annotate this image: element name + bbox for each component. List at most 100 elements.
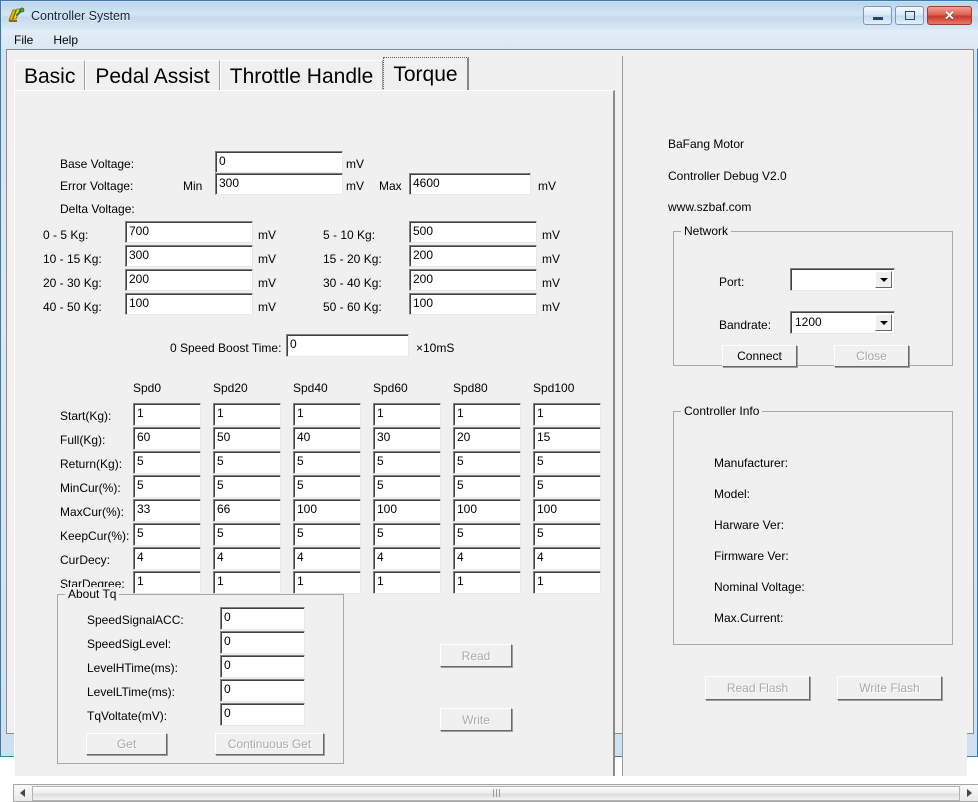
grid-cell-curdecy-spd60[interactable]: 4 — [373, 547, 441, 570]
port-dropdown-arrow[interactable] — [875, 271, 892, 288]
port-combobox[interactable] — [790, 268, 895, 291]
grid-cell-mincur-spd40[interactable]: 5 — [293, 475, 361, 498]
grid-cell-return-spd60[interactable]: 5 — [373, 451, 441, 474]
tq-voltate-input[interactable]: 0 — [220, 703, 305, 726]
grid-cell-start-spd20[interactable]: 1 — [213, 403, 281, 426]
continuous-get-button[interactable]: Continuous Get — [215, 733, 324, 755]
grid-cell-maxcur-spd100[interactable]: 100 — [533, 499, 601, 522]
delta-row-2-right-input[interactable]: 200 — [409, 269, 537, 291]
grid-cell-start-spd0[interactable]: 1 — [133, 403, 201, 426]
write-button[interactable]: Write — [440, 708, 512, 731]
error-voltage-max-input[interactable]: 4600 — [409, 173, 531, 195]
grid-cell-stardegree-spd60[interactable]: 1 — [373, 571, 441, 594]
level-l-time-input[interactable]: 0 — [220, 679, 305, 702]
read-button[interactable]: Read — [440, 644, 512, 667]
base-voltage-unit: mV — [346, 157, 364, 171]
grid-cell-maxcur-spd40[interactable]: 100 — [293, 499, 361, 522]
grid-cell-keepcur-spd60[interactable]: 5 — [373, 523, 441, 546]
grid-cell-mincur-spd80[interactable]: 5 — [453, 475, 521, 498]
tq-voltate-label: TqVoltate(mV): — [87, 709, 167, 723]
delta-row-0-left-input[interactable]: 700 — [125, 221, 253, 243]
menu-item-help[interactable]: Help — [53, 33, 78, 47]
grid-cell-mincur-spd20[interactable]: 5 — [213, 475, 281, 498]
grid-cell-return-spd80[interactable]: 5 — [453, 451, 521, 474]
menu-item-file[interactable]: File — [14, 33, 33, 47]
grid-cell-maxcur-spd0[interactable]: 33 — [133, 499, 201, 522]
grid-cell-maxcur-spd80[interactable]: 100 — [453, 499, 521, 522]
grid-cell-keepcur-spd80[interactable]: 5 — [453, 523, 521, 546]
maximize-button[interactable] — [895, 6, 924, 25]
grid-cell-maxcur-spd60[interactable]: 100 — [373, 499, 441, 522]
tab-pedal-assist[interactable]: Pedal Assist — [85, 60, 219, 91]
delta-row-2-left-input[interactable]: 200 — [125, 269, 253, 291]
grid-cell-maxcur-spd20[interactable]: 66 — [213, 499, 281, 522]
grid-cell-stardegree-spd100[interactable]: 1 — [533, 571, 601, 594]
grid-cell-keepcur-spd40[interactable]: 5 — [293, 523, 361, 546]
minimize-button[interactable] — [863, 6, 892, 25]
get-button[interactable]: Get — [86, 733, 167, 755]
speed-signal-acc-label: SpeedSignalACC: — [87, 613, 184, 627]
grid-cell-keepcur-spd0[interactable]: 5 — [133, 523, 201, 546]
grid-cell-stardegree-spd20[interactable]: 1 — [213, 571, 281, 594]
scroll-right-button[interactable] — [961, 785, 978, 801]
title-bar: Controller System ✕ — [2, 2, 978, 30]
speed-sig-level-input[interactable]: 0 — [220, 631, 305, 654]
close-icon: ✕ — [944, 9, 955, 22]
grid-cell-start-spd100[interactable]: 1 — [533, 403, 601, 426]
write-flash-button[interactable]: Write Flash — [837, 676, 942, 700]
grid-cell-full-spd40[interactable]: 40 — [293, 427, 361, 450]
delta-row-3-left-input[interactable]: 100 — [125, 293, 253, 315]
close-connection-button[interactable]: Close — [834, 345, 909, 367]
speed-signal-acc-input[interactable]: 0 — [220, 607, 305, 630]
grid-cell-curdecy-spd100[interactable]: 4 — [533, 547, 601, 570]
scrollbar-thumb[interactable] — [32, 786, 960, 801]
grid-cell-keepcur-spd20[interactable]: 5 — [213, 523, 281, 546]
controller-info-group: Controller Info Manufacturer: Model: Har… — [673, 411, 953, 645]
grid-cell-curdecy-spd40[interactable]: 4 — [293, 547, 361, 570]
close-button[interactable]: ✕ — [927, 6, 972, 25]
grid-cell-full-spd0[interactable]: 60 — [133, 427, 201, 450]
delta-row-3-left-label: 40 - 50 Kg: — [43, 300, 102, 314]
grid-cell-full-spd100[interactable]: 15 — [533, 427, 601, 450]
grid-column-header-spd80: Spd80 — [453, 381, 488, 395]
grid-cell-stardegree-spd80[interactable]: 1 — [453, 571, 521, 594]
bandrate-dropdown-arrow[interactable] — [875, 314, 892, 331]
base-voltage-input[interactable]: 0 — [215, 151, 343, 173]
grid-cell-full-spd60[interactable]: 30 — [373, 427, 441, 450]
error-voltage-min-input[interactable]: 300 — [215, 173, 343, 195]
delta-row-1-left-input[interactable]: 300 — [125, 245, 253, 267]
grid-cell-mincur-spd60[interactable]: 5 — [373, 475, 441, 498]
grid-cell-curdecy-spd20[interactable]: 4 — [213, 547, 281, 570]
read-flash-button[interactable]: Read Flash — [705, 676, 810, 700]
grid-cell-full-spd20[interactable]: 50 — [213, 427, 281, 450]
tab-basic[interactable]: Basic — [14, 60, 85, 91]
grid-cell-curdecy-spd80[interactable]: 4 — [453, 547, 521, 570]
grid-cell-mincur-spd100[interactable]: 5 — [533, 475, 601, 498]
scroll-left-button[interactable] — [14, 785, 31, 801]
grid-cell-return-spd0[interactable]: 5 — [133, 451, 201, 474]
grid-cell-start-spd80[interactable]: 1 — [453, 403, 521, 426]
bandrate-combobox[interactable]: 1200 — [790, 311, 895, 334]
tab-torque[interactable]: Torque — [383, 57, 468, 91]
tab-throttle-handle[interactable]: Throttle Handle — [220, 60, 384, 91]
grid-cell-start-spd40[interactable]: 1 — [293, 403, 361, 426]
grid-cell-return-spd100[interactable]: 5 — [533, 451, 601, 474]
grid-cell-start-spd60[interactable]: 1 — [373, 403, 441, 426]
grid-cell-stardegree-spd0[interactable]: 1 — [133, 571, 201, 594]
grid-cell-full-spd80[interactable]: 20 — [453, 427, 521, 450]
grid-cell-stardegree-spd40[interactable]: 1 — [293, 571, 361, 594]
connect-button[interactable]: Connect — [722, 345, 797, 367]
grid-cell-return-spd20[interactable]: 5 — [213, 451, 281, 474]
grid-cell-return-spd40[interactable]: 5 — [293, 451, 361, 474]
grid-cell-keepcur-spd100[interactable]: 5 — [533, 523, 601, 546]
application-window: Controller System ✕ File Help Basic Peda… — [0, 0, 978, 757]
grid-cell-mincur-spd0[interactable]: 5 — [133, 475, 201, 498]
horizontal-scrollbar[interactable] — [13, 784, 978, 802]
delta-row-2-left-label: 20 - 30 Kg: — [43, 276, 102, 290]
boost-time-input[interactable]: 0 — [286, 334, 409, 357]
level-h-time-input[interactable]: 0 — [220, 655, 305, 678]
grid-cell-curdecy-spd0[interactable]: 4 — [133, 547, 201, 570]
delta-row-3-right-input[interactable]: 100 — [409, 293, 537, 315]
delta-row-1-right-input[interactable]: 200 — [409, 245, 537, 267]
delta-row-0-right-input[interactable]: 500 — [409, 221, 537, 243]
